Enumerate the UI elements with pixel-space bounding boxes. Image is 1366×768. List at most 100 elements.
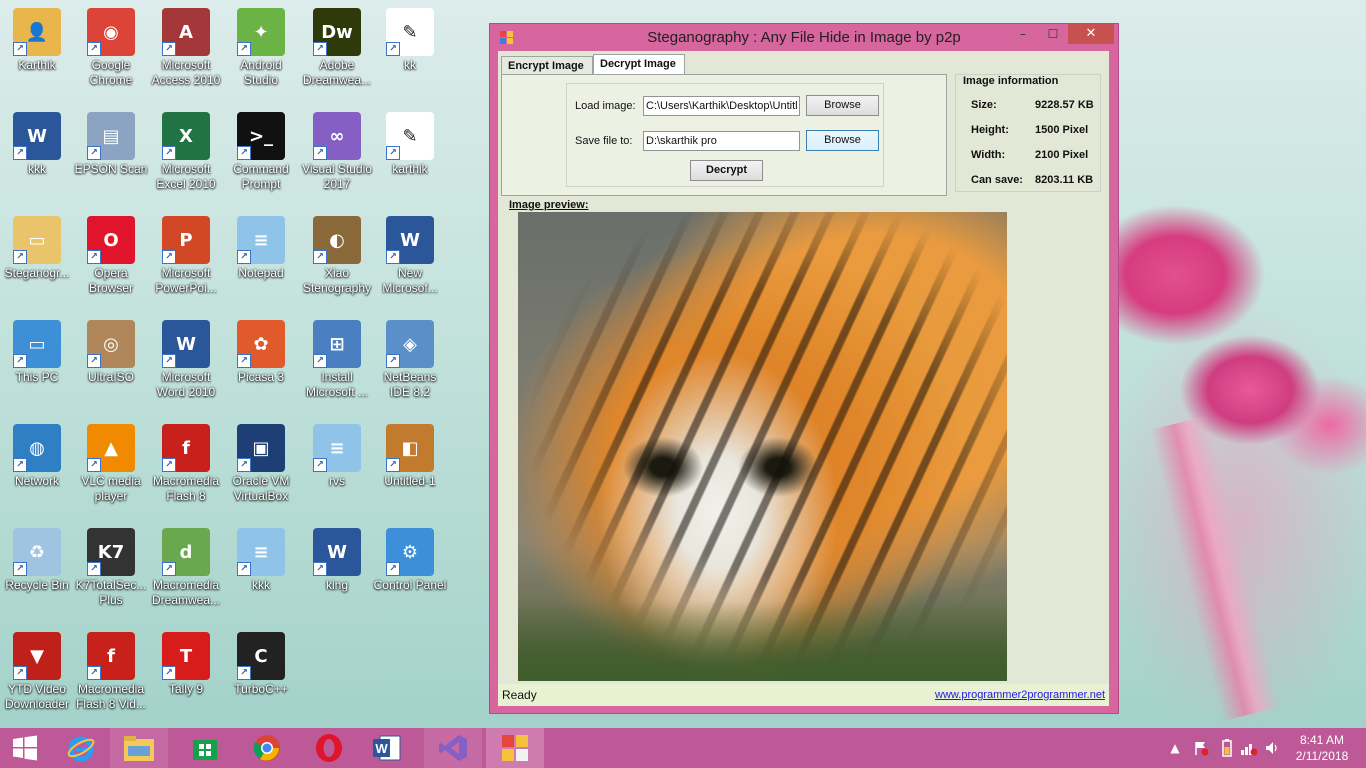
notepad-icon: ≡ ↗	[237, 528, 285, 576]
opera-icon: O ↗	[87, 216, 135, 264]
desktop-icon[interactable]: P ↗ Microsoft PowerPoi...	[149, 216, 223, 296]
taskbar: W ▲ 8:41 AM 2/11/2018	[0, 728, 1366, 768]
installer-icon: ⊞ ↗	[313, 320, 361, 368]
image-file-icon: ✎ ↗	[386, 112, 434, 160]
computer-icon: ▭ ↗	[13, 320, 61, 368]
shortcut-arrow-icon: ↗	[162, 458, 176, 472]
save-file-label: Save file to:	[575, 135, 633, 147]
desktop-icon[interactable]: >_ ↗ Command Prompt	[224, 112, 298, 192]
desktop-icon[interactable]: ≡ ↗ rvs	[300, 424, 374, 489]
taskbar-word[interactable]: W	[358, 728, 416, 768]
desktop-icon[interactable]: ◐ ↗ Xiao Stenography	[300, 216, 374, 296]
website-link[interactable]: www.programmer2programmer.net	[935, 689, 1105, 701]
desktop-icon[interactable]: W ↗ New Microsof...	[373, 216, 447, 296]
desktop-icon[interactable]: ⚙ ↗ Control Panel	[373, 528, 447, 593]
taskbar-file-explorer[interactable]	[110, 728, 168, 768]
taskbar-steganography-app[interactable]	[486, 728, 544, 768]
decrypt-button[interactable]: Decrypt	[690, 160, 763, 181]
volume-icon[interactable]	[1262, 728, 1282, 768]
shortcut-arrow-icon: ↗	[13, 458, 27, 472]
desktop-icon[interactable]: W ↗ Microsoft Word 2010	[149, 320, 223, 400]
desktop-icon[interactable]: C ↗ TurboC++	[224, 632, 298, 697]
shortcut-arrow-icon: ↗	[162, 354, 176, 368]
desktop-icon-label: Notepad	[238, 266, 284, 280]
close-button[interactable]: ✕	[1068, 24, 1114, 44]
desktop-icon[interactable]: ▤ ↗ EPSON Scan	[74, 112, 148, 177]
desktop-icon[interactable]: X ↗ Microsoft Excel 2010	[149, 112, 223, 192]
desktop-icon[interactable]: ▼ ↗ YTD Video Downloader	[0, 632, 74, 712]
turboc-icon: C ↗	[237, 632, 285, 680]
desktop-icon[interactable]: ✿ ↗ Picasa 3	[224, 320, 298, 385]
desktop-icon[interactable]: d ↗ Macromedia Dreamwea...	[149, 528, 223, 608]
shortcut-arrow-icon: ↗	[386, 458, 400, 472]
show-hidden-icons[interactable]: ▲	[1168, 728, 1182, 768]
desktop-icon[interactable]: ✎ ↗ kk	[373, 8, 447, 73]
shortcut-arrow-icon: ↗	[13, 42, 27, 56]
desktop-icon-label: kkk	[252, 578, 270, 592]
load-image-field[interactable]: C:\Users\Karthik\Desktop\Untitl	[643, 96, 800, 116]
desktop-icon[interactable]: O ↗ Opera Browser	[74, 216, 148, 296]
desktop-icon[interactable]: ▣ ↗ Oracle VM VirtualBox	[224, 424, 298, 504]
desktop-icon[interactable]: K7 ↗ K7TotalSec... Plus	[74, 528, 148, 608]
desktop-icon[interactable]: f ↗ Macromedia Flash 8	[149, 424, 223, 504]
desktop-icon[interactable]: ♻ ↗ Recycle Bin	[0, 528, 74, 593]
shortcut-arrow-icon: ↗	[386, 42, 400, 56]
chrome-icon: ◉ ↗	[87, 8, 135, 56]
info-height-key: Height:	[971, 124, 1009, 136]
tab-decrypt-image[interactable]: Decrypt Image	[593, 54, 685, 75]
taskbar-opera[interactable]	[300, 728, 358, 768]
taskbar-visual-studio[interactable]	[424, 728, 482, 768]
title-bar[interactable]: Steganography : Any File Hide in Image b…	[490, 24, 1118, 51]
desktop-icon[interactable]: ▲ ↗ VLC media player	[74, 424, 148, 504]
desktop-icon[interactable]: ≡ ↗ Notepad	[224, 216, 298, 281]
desktop-icon-label: Control Panel	[373, 578, 447, 592]
network-status-icon[interactable]	[1238, 728, 1260, 768]
taskbar-store[interactable]	[176, 728, 234, 768]
flash-video-icon: f ↗	[87, 632, 135, 680]
load-browse-button[interactable]: Browse	[806, 95, 879, 116]
save-browse-button[interactable]: Browse	[806, 130, 879, 151]
taskbar-clock[interactable]: 8:41 AM 2/11/2018	[1290, 732, 1354, 764]
tab-encrypt-image[interactable]: Encrypt Image	[501, 56, 593, 74]
desktop-icon[interactable]: ✦ ↗ Android Studio	[224, 8, 298, 88]
image-preview-tiger	[518, 212, 1007, 681]
desktop-icon[interactable]: T ↗ Tally 9	[149, 632, 223, 697]
desktop-icon[interactable]: f ↗ Macromedia Flash 8 Vid...	[74, 632, 148, 712]
desktop-icon[interactable]: ≡ ↗ kkk	[224, 528, 298, 593]
desktop-icon[interactable]: W ↗ king	[300, 528, 374, 593]
shortcut-arrow-icon: ↗	[162, 250, 176, 264]
steganography-window: Steganography : Any File Hide in Image b…	[489, 23, 1119, 714]
maximize-button[interactable]: ☐	[1040, 24, 1066, 44]
minimize-button[interactable]: –	[1010, 24, 1036, 44]
taskbar-internet-explorer[interactable]	[52, 728, 110, 768]
power-icon[interactable]	[1216, 728, 1238, 768]
shortcut-arrow-icon: ↗	[237, 562, 251, 576]
desktop-icon[interactable]: W ↗ kkk	[0, 112, 74, 177]
store-icon	[193, 740, 217, 760]
taskbar-chrome[interactable]	[238, 728, 296, 768]
word-icon: W ↗	[162, 320, 210, 368]
shortcut-arrow-icon: ↗	[313, 146, 327, 160]
desktop-icon[interactable]: ◉ ↗ Google Chrome	[74, 8, 148, 88]
desktop-icon[interactable]: ◍ ↗ Network	[0, 424, 74, 489]
desktop-icon[interactable]: ◎ ↗ UltraISO	[74, 320, 148, 385]
action-center-flag-icon[interactable]	[1190, 728, 1212, 768]
desktop-icon[interactable]: ◈ ↗ NetBeans IDE 8.2	[373, 320, 447, 400]
save-file-field[interactable]: D:\skarthik pro	[643, 131, 800, 151]
start-button[interactable]	[0, 728, 50, 768]
internet-explorer-icon	[67, 736, 95, 762]
desktop-icon-label: Macromedia Dreamwea...	[151, 578, 221, 607]
desktop-icon-label: Opera Browser	[88, 266, 133, 295]
command-prompt-icon: >_ ↗	[237, 112, 285, 160]
desktop-icon[interactable]: ⊞ ↗ Install Microsoft ...	[300, 320, 374, 400]
desktop-icon[interactable]: A ↗ Microsoft Access 2010	[149, 8, 223, 88]
desktop-icon[interactable]: 👤 ↗ Karthik	[0, 8, 74, 73]
image-information-title: Image information	[963, 75, 1059, 87]
desktop-icon[interactable]: ▭ ↗ This PC	[0, 320, 74, 385]
desktop-icon[interactable]: ▭ ↗ Steganogr...	[0, 216, 74, 281]
desktop-icon[interactable]: ◧ ↗ Untitled-1	[373, 424, 447, 489]
desktop-icon[interactable]: ∞ ↗ Visual Studio 2017	[300, 112, 374, 192]
info-width-key: Width:	[971, 149, 1006, 161]
desktop-icon[interactable]: ✎ ↗ karthik	[373, 112, 447, 177]
desktop-icon[interactable]: Dw ↗ Adobe Dreamwea...	[300, 8, 374, 88]
